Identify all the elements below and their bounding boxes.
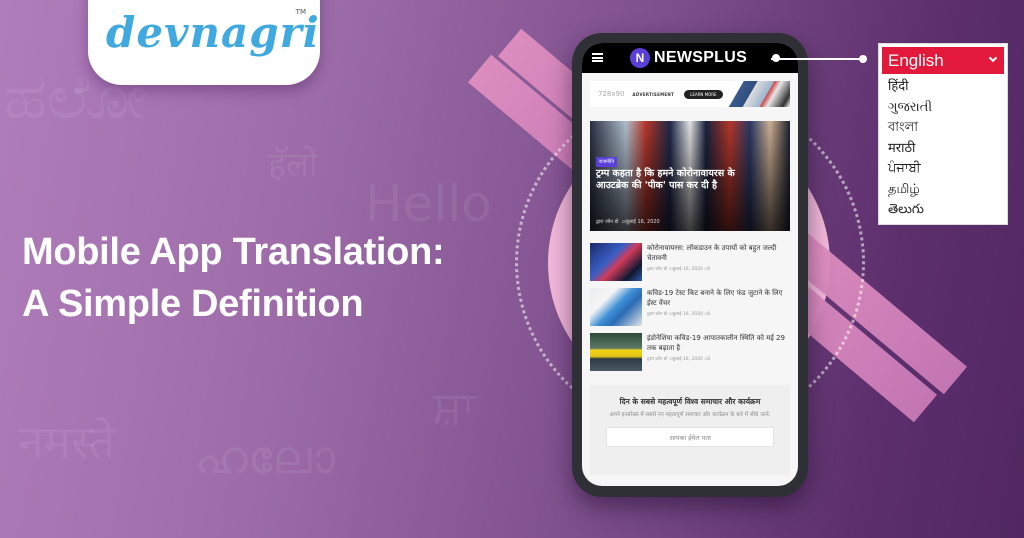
article-comments: 0 (707, 312, 711, 317)
article-meta: द्वारा जॉन डो ▫जुलाई 16, 2020 ▫0 (647, 357, 711, 362)
bg-word-english: Hello (365, 175, 492, 233)
devnagri-logo: devnagri (106, 8, 320, 57)
chevron-down-icon (988, 53, 998, 63)
article-date: जुलाई 16, 2020 (671, 357, 703, 362)
article-list: कोरोनावायरस: लॉकडाउन के उपायों को बहुत ज… (590, 243, 790, 371)
article-author: द्वारा जॉन डो (647, 357, 668, 362)
bg-word-marathi: हॅलो (268, 145, 318, 185)
hero-article[interactable]: राजनीति ट्रम्प कहता है कि हमने कोरोनावाय… (590, 121, 790, 231)
newsplus-logo-icon: N (630, 48, 650, 68)
newsletter-title: दिन के सबसे महत्वपूर्ण विश्व समाचार और क… (619, 397, 761, 406)
email-input[interactable]: आपका ईमेल पता (606, 427, 774, 447)
headline-line-1: Mobile App Translation: (22, 231, 445, 273)
category-badge[interactable]: राजनीति (596, 157, 618, 167)
article-thumbnail (590, 288, 642, 326)
bg-word-malayalam: ഹലോ (195, 430, 335, 484)
ad-label: ADVERTISEMENT (632, 91, 675, 97)
phone-screen: N NEWSPLUS 728x90 ADVERTISEMENT LEARN MO… (582, 43, 798, 486)
bg-word-punjabi: ਸ਼ਾ (432, 380, 476, 434)
article-date: जुलाई 16, 2020 (671, 312, 703, 317)
ad-size: 728x90 (598, 90, 625, 98)
app-topbar: N NEWSPLUS (582, 43, 798, 73)
language-option-hindi[interactable]: हिंदी (879, 77, 1007, 98)
language-option-marathi[interactable]: मराठी (879, 139, 1007, 160)
article-thumbnail (590, 333, 642, 371)
article-comments: 0 (707, 357, 711, 362)
article-date: जुलाई 16, 2020 (671, 267, 703, 272)
list-item[interactable]: इंडोनेशिया कविड-19 आपातकालीन स्थिति को म… (590, 333, 790, 371)
article-meta: द्वारा जॉन डो ▫जुलाई 16, 2020 ▫0 (647, 267, 711, 272)
newsletter-box: दिन के सबसे महत्वपूर्ण विश्व समाचार और क… (590, 385, 790, 475)
article-title[interactable]: इंडोनेशिया कविड-19 आपातकालीन स्थिति को म… (647, 333, 790, 353)
article-author: द्वारा जॉन डो (647, 267, 668, 272)
app-logo[interactable]: N NEWSPLUS (630, 48, 747, 68)
selected-language: English (888, 50, 944, 70)
hamburger-icon[interactable] (592, 53, 603, 62)
connector-dot (859, 55, 867, 63)
bg-word-hindi: नमस्ते (18, 415, 116, 469)
devnagri-logo-card[interactable]: devnagri TM (88, 0, 320, 85)
language-option-telugu[interactable]: తెలుగు (879, 200, 1007, 221)
hero-meta: द्वारा जॉन डो ▫जुलाई 16, 2020 (596, 219, 660, 225)
list-item[interactable]: कोरोनावायरस: लॉकडाउन के उपायों को बहुत ज… (590, 243, 790, 281)
ad-banner[interactable]: 728x90 ADVERTISEMENT LEARN MORE (590, 81, 790, 107)
language-option-gujarati[interactable]: ગુજરાતી (879, 98, 1007, 119)
language-option-punjabi[interactable]: ਪੰਜਾਬੀ (879, 159, 1007, 180)
page-headline: Mobile App Translation: A Simple Definit… (22, 226, 445, 330)
hero-title[interactable]: ट्रम्प कहता है कि हमने कोरोनावायरस के आउ… (596, 168, 760, 192)
connector-line (771, 58, 863, 60)
trademark-mark: TM (295, 8, 306, 16)
article-thumbnail (590, 243, 642, 281)
language-select[interactable]: English (882, 47, 1004, 74)
ad-learn-more-button[interactable]: LEARN MORE (684, 89, 723, 99)
article-comments: 0 (707, 267, 711, 272)
newsletter-subtitle: अपने इनबॉक्स में सबसे नए महत्वपूर्ण समाच… (609, 412, 771, 418)
hero-author: द्वारा जॉन डो (596, 219, 619, 225)
headline-line-2: A Simple Definition (22, 283, 364, 325)
language-option-bengali[interactable]: বাংলা (879, 118, 1007, 139)
phone-mockup: N NEWSPLUS 728x90 ADVERTISEMENT LEARN MO… (572, 33, 808, 497)
ad-image (728, 81, 790, 107)
article-author: द्वारा जॉन डो (647, 312, 668, 317)
language-option-tamil[interactable]: தமிழ் (879, 180, 1007, 201)
hero-date: जुलाई 16, 2020 (625, 219, 660, 225)
language-dropdown[interactable]: English हिंदी ગુજરાતી বাংলা मराठी ਪੰਜਾਬੀ… (878, 43, 1008, 225)
app-name: NEWSPLUS (654, 49, 748, 66)
article-title[interactable]: कविड-19 टेस्ट किट बनाने के लिए फंड जुटान… (647, 288, 790, 308)
list-item[interactable]: कविड-19 टेस्ट किट बनाने के लिए फंड जुटान… (590, 288, 790, 326)
article-title[interactable]: कोरोनावायरस: लॉकडाउन के उपायों को बहुत ज… (647, 243, 790, 263)
article-meta: द्वारा जॉन डो ▫जुलाई 16, 2020 ▫0 (647, 312, 711, 317)
